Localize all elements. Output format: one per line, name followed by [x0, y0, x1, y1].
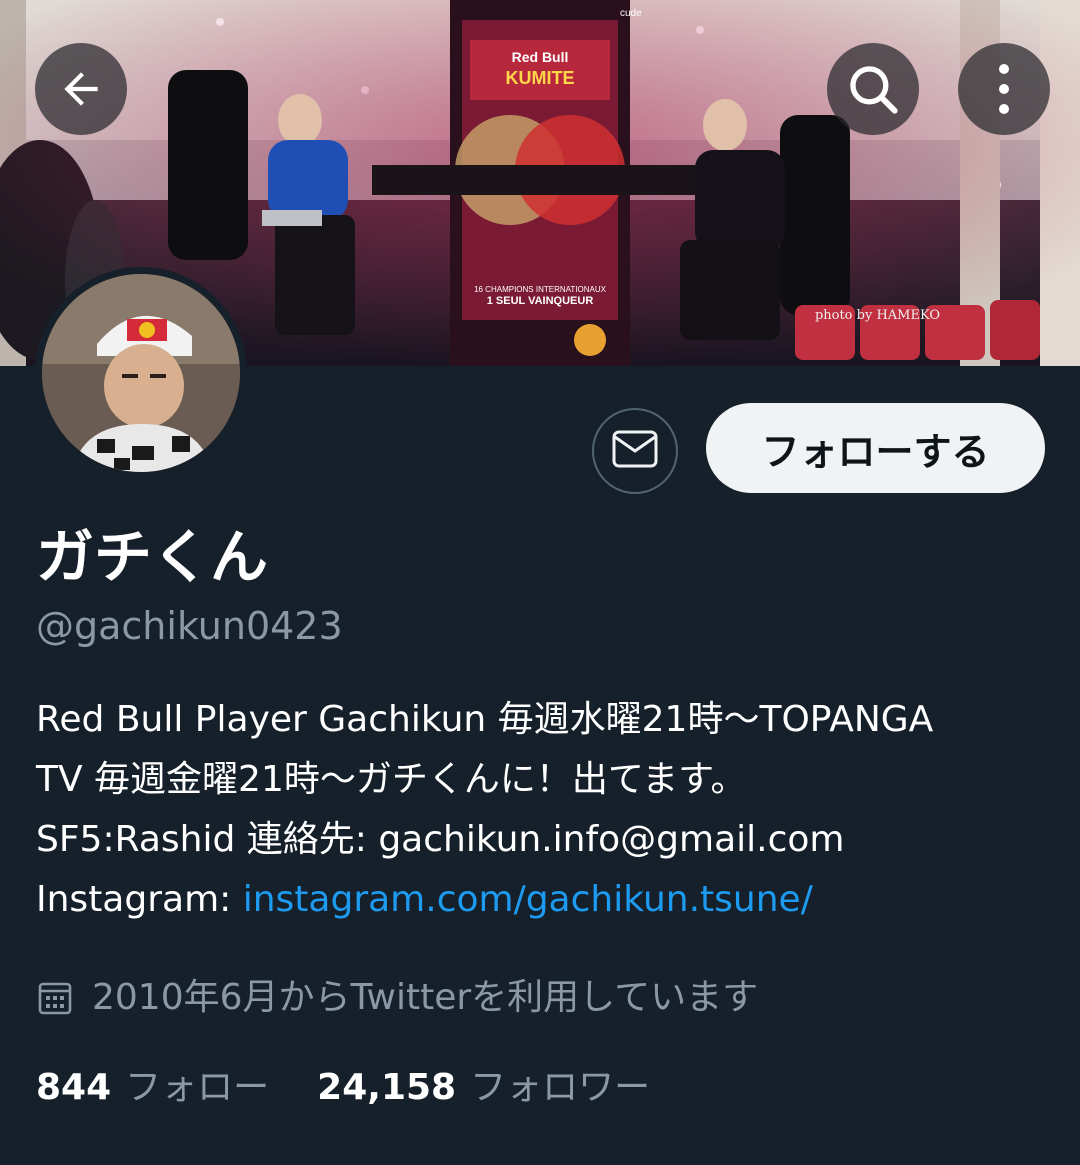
- following-count: 844: [36, 1067, 112, 1108]
- message-button[interactable]: [592, 408, 678, 494]
- followers-stat[interactable]: 24,158 フォロワー: [317, 1062, 650, 1114]
- profile-bio: Red Bull Player Gachikun 毎週水曜21時〜TOPANGA…: [36, 690, 1046, 930]
- more-vertical-icon: [994, 61, 1014, 117]
- banner-logo-top: Red Bull: [512, 49, 569, 65]
- search-icon: [844, 60, 902, 118]
- search-button[interactable]: [827, 43, 919, 135]
- calendar-icon: [36, 979, 74, 1017]
- banner-cube-logo: cude: [620, 8, 642, 19]
- banner-event-line1: 16 CHAMPIONS INTERNATIONAUX: [474, 285, 607, 294]
- instagram-link[interactable]: instagram.com/gachikun.tsune/: [243, 879, 813, 920]
- bio-line: Red Bull Player Gachikun 毎週水曜21時〜TOPANGA: [36, 699, 934, 740]
- following-label: フォロー: [125, 1067, 270, 1108]
- instagram-label: Instagram:: [36, 879, 243, 920]
- joined-date: 2010年6月からTwitterを利用しています: [36, 972, 758, 1024]
- bio-line: SF5:Rashid 連絡先: gachikun.info@gmail.com: [36, 819, 845, 860]
- followers-count: 24,158: [317, 1067, 457, 1108]
- avatar[interactable]: [35, 267, 247, 479]
- following-stat[interactable]: 844 フォロー: [36, 1062, 269, 1114]
- more-options-button[interactable]: [958, 43, 1050, 135]
- bio-line-instagram: Instagram: instagram.com/gachikun.tsune/: [36, 870, 1046, 930]
- username-handle: @gachikun0423: [36, 604, 343, 648]
- avatar-image: [42, 274, 240, 472]
- mail-icon: [611, 429, 659, 473]
- follow-stats: 844 フォロー 24,158 フォロワー: [36, 1062, 650, 1114]
- banner-logo-bottom: KUMITE: [506, 68, 575, 88]
- bio-line: TV 毎週金曜21時〜ガチくんに！出てます。: [36, 759, 747, 800]
- photo-credit: photo by HAMEKO: [814, 308, 940, 323]
- back-button[interactable]: [35, 43, 127, 135]
- joined-text: 2010年6月からTwitterを利用しています: [92, 977, 759, 1018]
- banner-event-line2: 1 SEUL VAINQUEUR: [487, 295, 594, 307]
- followers-label: フォロワー: [470, 1067, 651, 1108]
- arrow-left-icon: [56, 64, 106, 114]
- follow-button[interactable]: フォローする: [706, 403, 1045, 493]
- display-name: ガチくん: [36, 523, 269, 591]
